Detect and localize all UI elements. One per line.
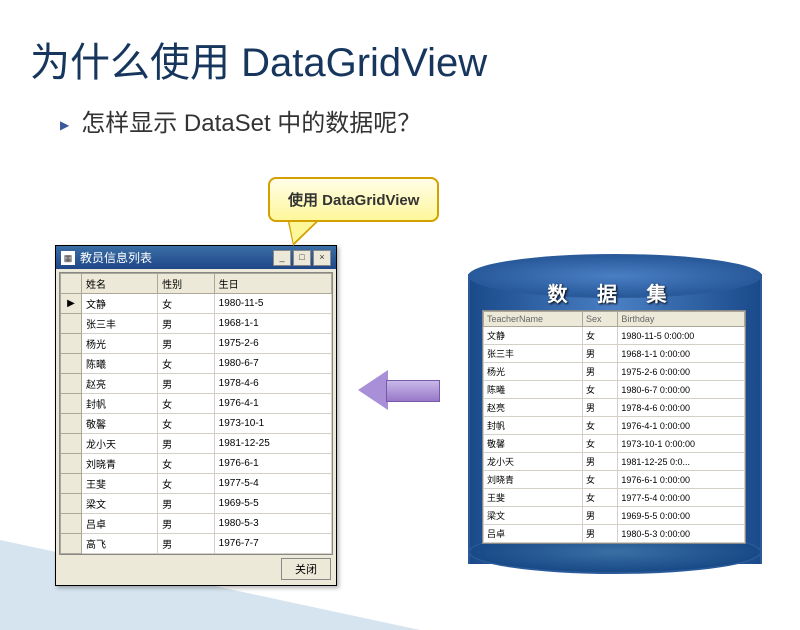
table-row: 吕卓男1980-5-3 0:00:00 xyxy=(484,525,745,543)
table-row: 王斐女1977-5-4 0:00:00 xyxy=(484,489,745,507)
bullet-text: 怎样显示 DataSet 中的数据呢？ xyxy=(60,103,800,138)
table-row[interactable]: 杨光男1975-2-6 xyxy=(61,334,332,354)
table-row: 封帆女1976-4-1 0:00:00 xyxy=(484,417,745,435)
dataset-title: 数 据 集 xyxy=(468,278,758,307)
table-row: 敬馨女1973-10-1 0:00:00 xyxy=(484,435,745,453)
column-header: TeacherName xyxy=(484,312,583,327)
column-header: Birthday xyxy=(618,312,745,327)
table-row[interactable]: 梁文男1969-5-5 xyxy=(61,494,332,514)
callout-box: 使用 DataGridView xyxy=(268,177,439,222)
close-button[interactable]: × xyxy=(313,250,331,266)
table-row[interactable]: 张三丰男1968-1-1 xyxy=(61,314,332,334)
dataset-table: TeacherNameSexBirthday文静女1980-11-5 0:00:… xyxy=(482,310,746,544)
table-row[interactable]: 赵亮男1978-4-6 xyxy=(61,374,332,394)
close-dialog-button[interactable]: 关闭 xyxy=(281,558,331,580)
window-titlebar: ▦ 教员信息列表 _ □ × xyxy=(56,246,336,269)
table-row[interactable]: ▶文静女1980-11-5 xyxy=(61,294,332,314)
table-row[interactable]: 高飞男1976-7-7 xyxy=(61,534,332,554)
table-row: 杨光男1975-2-6 0:00:00 xyxy=(484,363,745,381)
table-row[interactable]: 龙小天男1981-12-25 xyxy=(61,434,332,454)
column-header[interactable]: 性别 xyxy=(158,274,215,294)
table-row: 文静女1980-11-5 0:00:00 xyxy=(484,327,745,345)
database-cylinder: 数 据 集 TeacherNameSexBirthday文静女1980-11-5… xyxy=(468,254,758,574)
table-row: 张三丰男1968-1-1 0:00:00 xyxy=(484,345,745,363)
slide-title: 为什么使用 DataGridView xyxy=(30,30,800,88)
table-row[interactable]: 封帆女1976-4-1 xyxy=(61,394,332,414)
maximize-button[interactable]: □ xyxy=(293,250,311,266)
window-title: 教员信息列表 xyxy=(80,249,152,266)
app-icon: ▦ xyxy=(61,251,75,265)
column-header[interactable]: 姓名 xyxy=(82,274,158,294)
table-row[interactable]: 敬馨女1973-10-1 xyxy=(61,414,332,434)
table-row[interactable]: 陈曦女1980-6-7 xyxy=(61,354,332,374)
table-row[interactable]: 刘晓青女1976-6-1 xyxy=(61,454,332,474)
minimize-button[interactable]: _ xyxy=(273,250,291,266)
data-grid-view[interactable]: 姓名性别生日▶文静女1980-11-5张三丰男1968-1-1杨光男1975-2… xyxy=(59,272,333,555)
table-row[interactable]: 吕卓男1980-5-3 xyxy=(61,514,332,534)
app-window: ▦ 教员信息列表 _ □ × 姓名性别生日▶文静女1980-11-5张三丰男19… xyxy=(55,245,337,586)
column-header: Sex xyxy=(583,312,618,327)
table-row[interactable]: 王斐女1977-5-4 xyxy=(61,474,332,494)
arrow-left xyxy=(358,370,438,410)
table-row: 龙小天男1981-12-25 0:0... xyxy=(484,453,745,471)
table-row: 陈曦女1980-6-7 0:00:00 xyxy=(484,381,745,399)
table-row: 梁文男1969-5-5 0:00:00 xyxy=(484,507,745,525)
table-row: 赵亮男1978-4-6 0:00:00 xyxy=(484,399,745,417)
table-row: 刘晓青女1976-6-1 0:00:00 xyxy=(484,471,745,489)
column-header[interactable]: 生日 xyxy=(214,274,331,294)
